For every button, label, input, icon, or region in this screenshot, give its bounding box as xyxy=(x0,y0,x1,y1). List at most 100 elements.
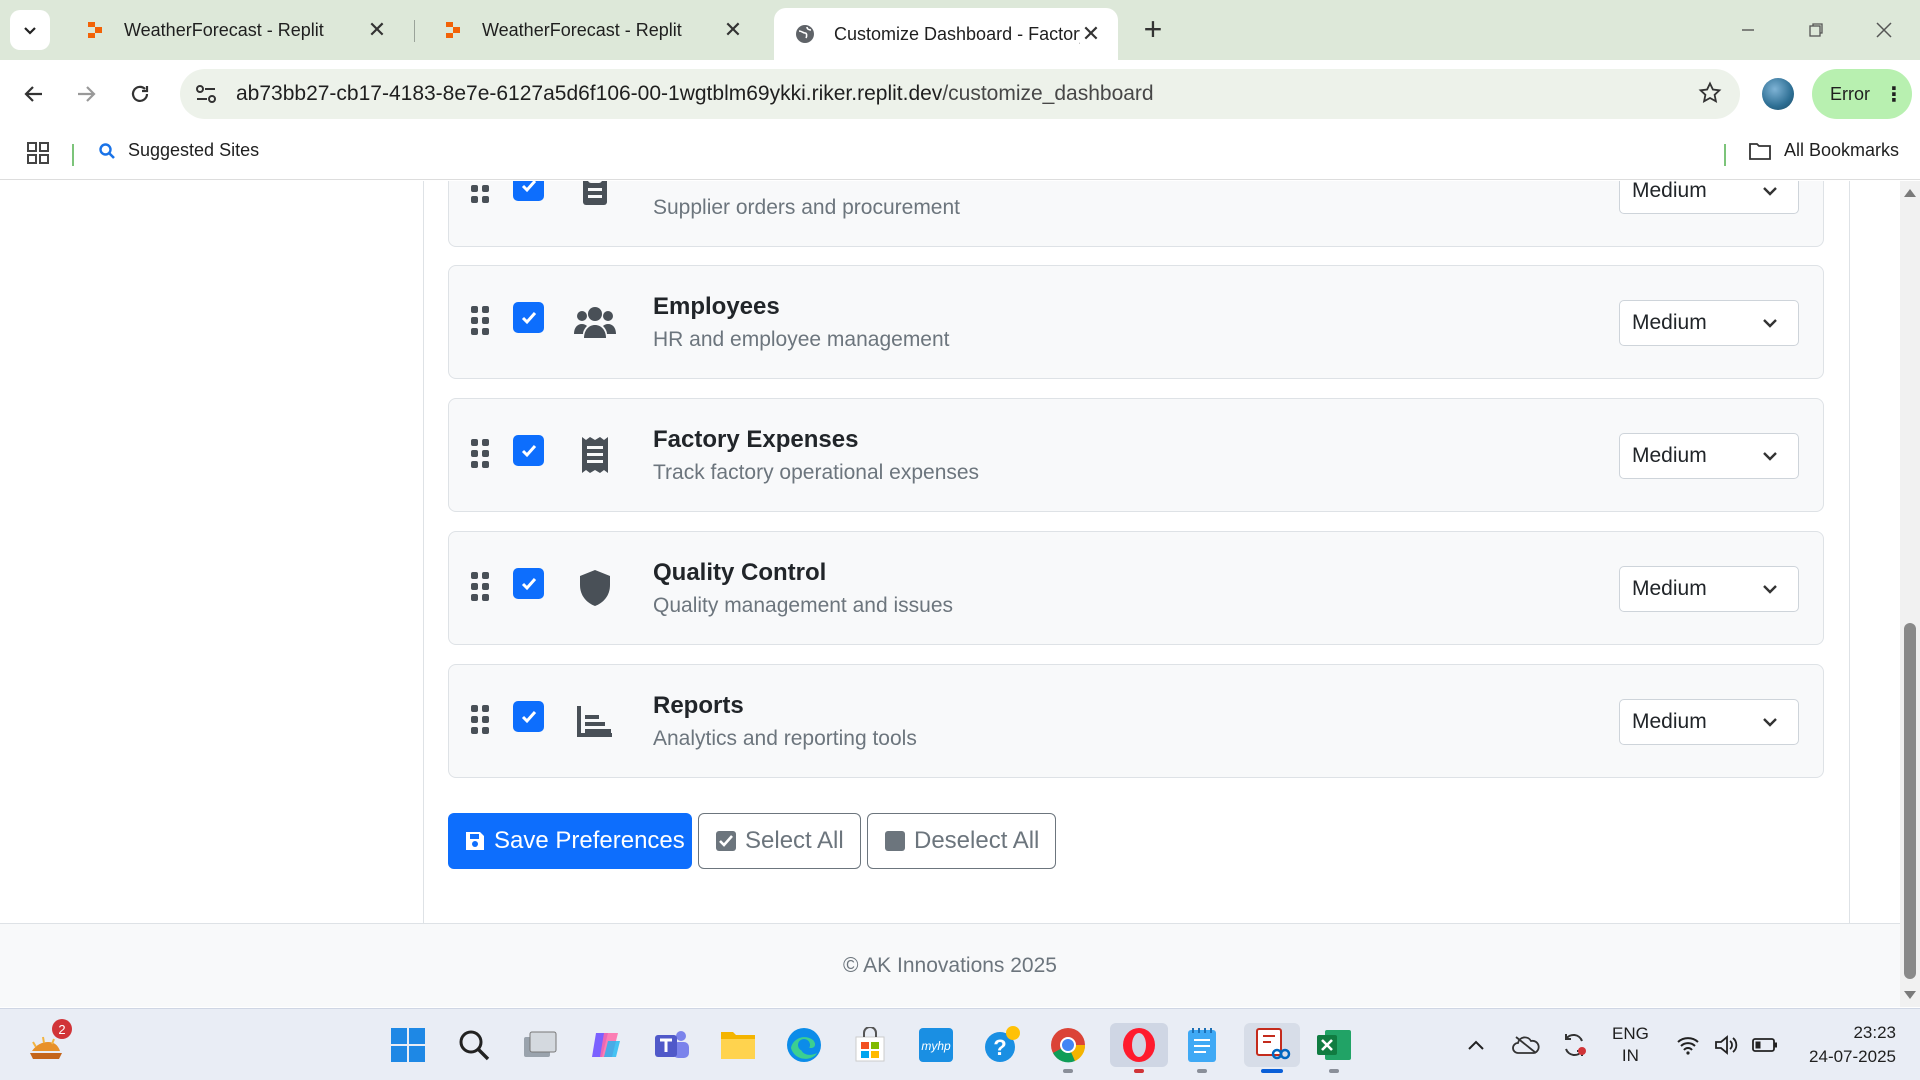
module-size-select[interactable]: Medium xyxy=(1619,300,1799,346)
module-checkbox[interactable] xyxy=(513,302,544,333)
teams-icon[interactable] xyxy=(650,1023,694,1067)
scrollbar-thumb[interactable] xyxy=(1904,623,1916,979)
edge-icon[interactable] xyxy=(782,1023,826,1067)
module-description: Supplier orders and procurement xyxy=(653,196,961,219)
drag-handle-icon[interactable] xyxy=(471,306,489,335)
checkmark-icon xyxy=(521,577,536,590)
replit-icon xyxy=(84,19,106,41)
running-indicator xyxy=(1329,1069,1339,1073)
task-view-icon[interactable] xyxy=(518,1023,562,1067)
bookmarks-divider xyxy=(72,144,74,166)
checkmark-icon xyxy=(521,181,536,192)
show-hidden-icons-button[interactable] xyxy=(1466,1023,1486,1067)
excel-icon[interactable] xyxy=(1312,1023,1356,1073)
copilot-icon[interactable] xyxy=(584,1023,628,1067)
restore-button[interactable] xyxy=(1792,10,1840,50)
close-tab-icon[interactable]: ✕ xyxy=(1080,21,1102,46)
notepad-icon[interactable] xyxy=(1180,1023,1224,1073)
drag-handle-icon[interactable] xyxy=(471,572,489,601)
shield-icon xyxy=(573,566,617,610)
module-row: Reports Analytics and reporting tools Me… xyxy=(448,664,1824,778)
checkmark-icon xyxy=(521,710,536,723)
sync-icon[interactable] xyxy=(1560,1023,1588,1067)
file-explorer-icon[interactable] xyxy=(716,1023,760,1067)
save-preferences-label: Save Preferences xyxy=(494,827,685,854)
new-tab-button[interactable]: + xyxy=(1136,11,1170,47)
help-icon[interactable]: ? xyxy=(980,1023,1024,1067)
module-size-value: Medium xyxy=(1632,181,1707,202)
chrome-icon[interactable] xyxy=(1046,1023,1090,1073)
module-checkbox[interactable] xyxy=(513,181,544,201)
module-size-select[interactable]: Medium xyxy=(1619,181,1799,214)
quick-settings-button[interactable] xyxy=(1676,1023,1778,1067)
module-size-select[interactable]: Medium xyxy=(1619,699,1799,745)
module-size-select[interactable]: Medium xyxy=(1619,433,1799,479)
chevron-down-icon xyxy=(1763,187,1777,196)
browser-tab-title: Customize Dashboard - Factory xyxy=(834,23,1080,44)
snipping-tool-icon[interactable] xyxy=(1244,1023,1300,1073)
scroll-down-arrow-icon[interactable] xyxy=(1904,991,1916,999)
module-checkbox[interactable] xyxy=(513,568,544,599)
system-clock[interactable]: 23:23 24-07-2025 xyxy=(1809,1021,1896,1069)
module-description: HR and employee management xyxy=(653,328,950,351)
windows-start-icon[interactable] xyxy=(386,1023,430,1067)
apps-grid-icon[interactable] xyxy=(26,141,50,170)
myhp-icon[interactable]: myhp xyxy=(914,1023,958,1067)
all-bookmarks-button[interactable]: All Bookmarks xyxy=(1748,140,1899,161)
tab-divider xyxy=(414,20,415,42)
input-language-button[interactable]: ENG IN xyxy=(1612,1023,1649,1067)
browser-tab-1[interactable]: WeatherForecast - Replit ✕ xyxy=(64,8,404,52)
browser-toolbar: ab73bb27-cb17-4183-8e7e-6127a5d6f106-00-… xyxy=(0,60,1920,128)
close-icon xyxy=(1876,22,1892,38)
running-indicator xyxy=(1134,1069,1144,1073)
opera-icon[interactable] xyxy=(1110,1023,1168,1073)
select-all-button[interactable]: Select All xyxy=(698,813,861,869)
page-scrollbar[interactable] xyxy=(1900,181,1920,1007)
profile-avatar[interactable] xyxy=(1762,78,1794,110)
forward-button[interactable] xyxy=(66,74,106,114)
onedrive-icon[interactable] xyxy=(1512,1023,1540,1067)
url-text[interactable]: ab73bb27-cb17-4183-8e7e-6127a5d6f106-00-… xyxy=(236,82,1154,106)
address-bar[interactable]: ab73bb27-cb17-4183-8e7e-6127a5d6f106-00-… xyxy=(180,69,1740,119)
microsoft-store-icon[interactable] xyxy=(848,1023,892,1067)
search-icon[interactable] xyxy=(452,1023,496,1067)
browser-tab-title: WeatherForecast - Replit xyxy=(124,19,324,40)
clipboard-icon xyxy=(573,181,617,212)
browser-tab-2[interactable]: WeatherForecast - Replit ✕ xyxy=(422,8,760,52)
search-icon xyxy=(99,142,115,159)
module-checkbox[interactable] xyxy=(513,435,544,466)
error-menu-button[interactable]: Error ⋮ xyxy=(1812,69,1912,119)
drag-handle-icon[interactable] xyxy=(471,181,489,203)
url-path: /customize_dashboard xyxy=(942,82,1154,105)
url-host: ab73bb27-cb17-4183-8e7e-6127a5d6f106-00-… xyxy=(236,82,943,105)
all-bookmarks-label: All Bookmarks xyxy=(1784,140,1900,160)
bookmark-star-icon[interactable] xyxy=(1698,81,1722,110)
error-label: Error xyxy=(1830,83,1870,104)
tab-search-button[interactable] xyxy=(10,10,50,50)
deselect-all-button[interactable]: Deselect All xyxy=(867,813,1056,869)
browser-tab-active[interactable]: Customize Dashboard - Factory ✕ xyxy=(774,8,1118,60)
module-checkbox[interactable] xyxy=(513,701,544,732)
reload-button[interactable] xyxy=(120,74,160,114)
drag-handle-icon[interactable] xyxy=(471,439,489,468)
suggested-sites-link[interactable]: Suggested Sites xyxy=(98,140,259,161)
folder-icon xyxy=(1749,142,1771,160)
back-button[interactable] xyxy=(14,74,54,114)
drag-handle-icon[interactable] xyxy=(471,705,489,734)
module-size-select[interactable]: Medium xyxy=(1619,566,1799,612)
minimize-button[interactable] xyxy=(1724,10,1772,50)
site-info-icon[interactable] xyxy=(194,83,218,110)
chart-bar-icon xyxy=(573,699,617,743)
receipt-icon xyxy=(573,433,617,477)
close-window-button[interactable] xyxy=(1860,10,1908,50)
deselect-all-label: Deselect All xyxy=(914,827,1040,854)
check-square-icon xyxy=(715,830,737,852)
wifi-icon xyxy=(1677,1037,1699,1055)
close-tab-icon[interactable]: ✕ xyxy=(722,17,744,42)
weather-widget-icon[interactable]: 2 xyxy=(24,1019,72,1067)
module-description: Track factory operational expenses xyxy=(653,461,980,484)
more-vert-icon: ⋮ xyxy=(1884,83,1904,106)
save-preferences-button[interactable]: Save Preferences xyxy=(448,813,692,869)
scroll-up-arrow-icon[interactable] xyxy=(1904,189,1916,197)
close-tab-icon[interactable]: ✕ xyxy=(366,17,388,42)
